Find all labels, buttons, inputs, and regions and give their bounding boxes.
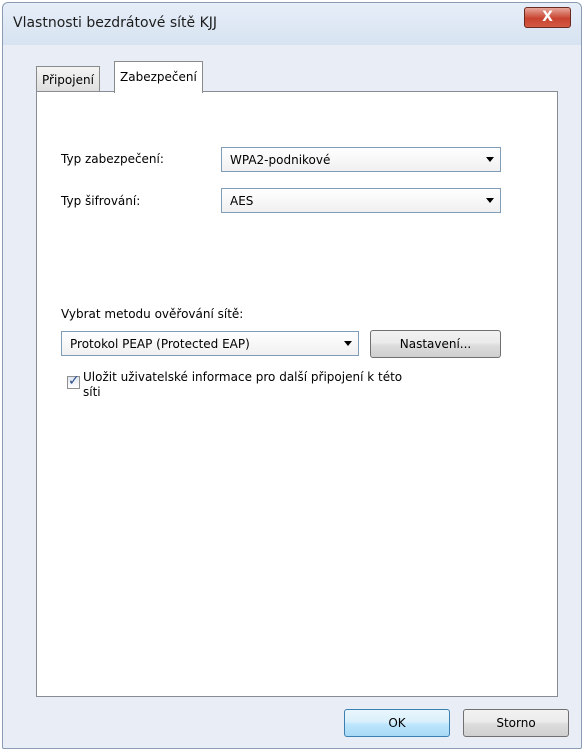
security-type-label: Typ zabezpečení: [61, 152, 164, 166]
encryption-type-label: Typ šifrování: [61, 194, 141, 208]
dialog-window: Vlastnosti bezdrátové sítě KJJ X Připoje… [2, 2, 582, 749]
chevron-down-icon [486, 198, 494, 203]
security-type-dropdown[interactable]: WPA2-podnikové [221, 147, 501, 172]
tab-panel-security: Typ zabezpečení: WPA2-podnikové Typ šifr… [36, 91, 558, 697]
settings-button[interactable]: Nastavení... [370, 330, 501, 358]
encryption-type-value: AES [230, 194, 254, 208]
tab-pripojeni[interactable]: Připojení [36, 66, 100, 92]
ok-button[interactable]: OK [344, 709, 450, 737]
remember-credentials-checkbox[interactable]: ✓ [67, 373, 80, 389]
window-title: Vlastnosti bezdrátové sítě KJJ [13, 15, 218, 31]
remember-credentials-label-1: Uložit uživatelské informace pro další p… [83, 370, 403, 384]
cancel-button[interactable]: Storno [463, 709, 569, 737]
auth-method-dropdown[interactable]: Protokol PEAP (Protected EAP) [61, 331, 359, 356]
remember-credentials-label-2: síti [83, 385, 101, 399]
encryption-type-dropdown[interactable]: AES [221, 188, 501, 213]
title-bar[interactable]: Vlastnosti bezdrátové sítě KJJ X [3, 3, 581, 45]
close-icon: X [542, 9, 553, 25]
chevron-down-icon [344, 341, 352, 346]
chevron-down-icon [486, 157, 494, 162]
security-type-value: WPA2-podnikové [230, 153, 331, 167]
auth-method-value: Protokol PEAP (Protected EAP) [70, 337, 250, 351]
tab-zabezpeceni[interactable]: Zabezpečení [114, 61, 203, 93]
auth-method-label: Vybrat metodu ověřování sítě: [61, 307, 244, 321]
checkmark-icon: ✓ [68, 373, 80, 389]
close-button[interactable]: X [524, 7, 571, 28]
